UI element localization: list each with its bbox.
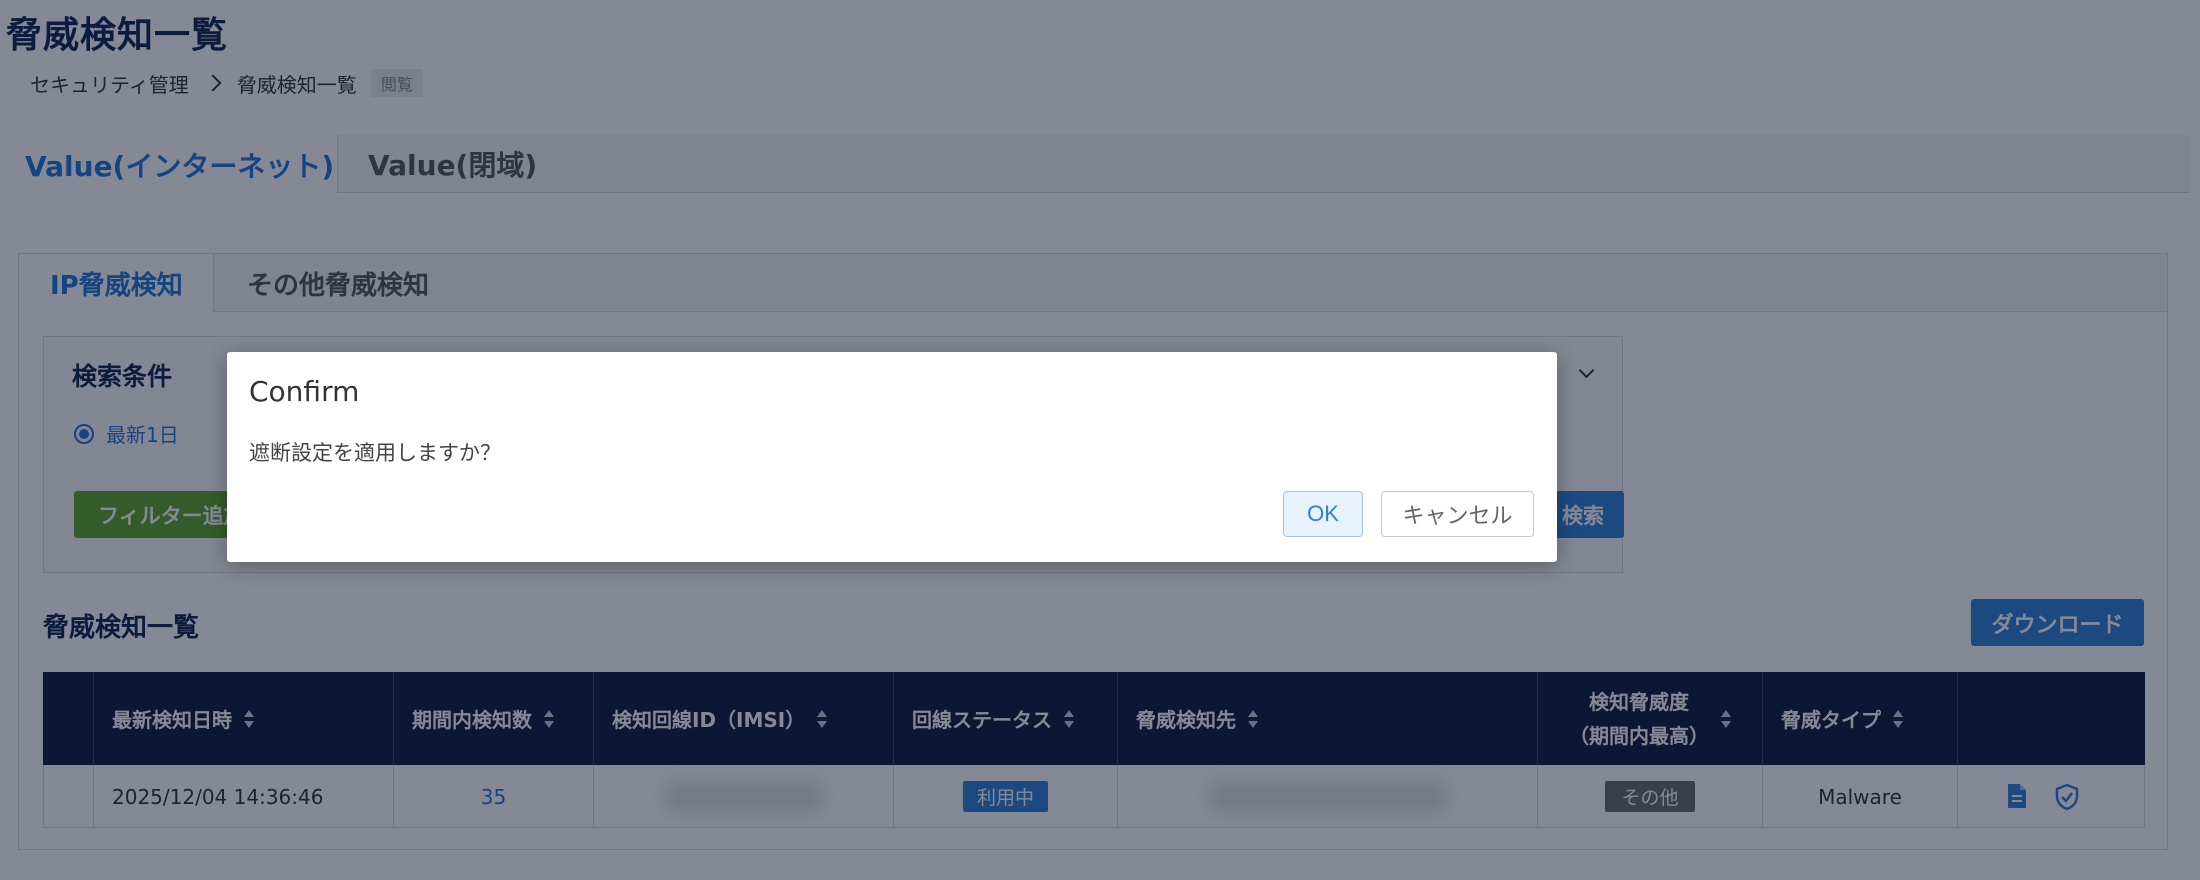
dialog-message: 遮断設定を適用しますか？ [249, 441, 501, 465]
confirm-dialog: Confirm 遮断設定を適用しますか？ OK キャンセル [227, 352, 1557, 562]
dialog-title: Confirm [249, 375, 360, 408]
ok-button[interactable]: OK [1283, 491, 1363, 537]
cancel-button[interactable]: キャンセル [1381, 491, 1534, 537]
